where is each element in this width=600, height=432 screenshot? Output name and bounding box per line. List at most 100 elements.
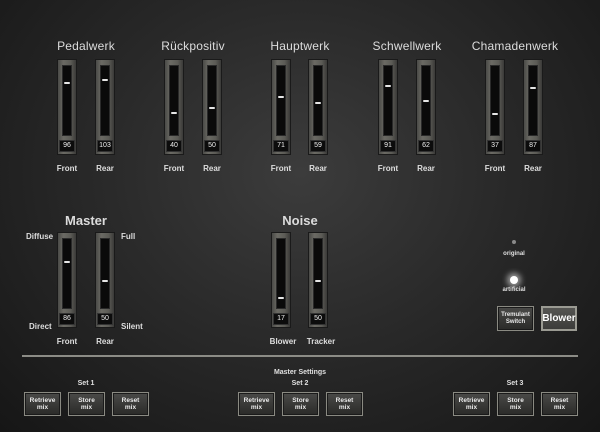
schwellwerk-rear-label: Rear (417, 164, 435, 173)
slider-track (421, 65, 431, 136)
master-front-slider[interactable]: 86 (57, 232, 77, 328)
chamadenwerk-front-label: Front (484, 164, 506, 173)
schwellwerk-front-label: Front (377, 164, 399, 173)
master-title: Master (65, 213, 107, 228)
noise-title: Noise (282, 213, 318, 228)
ruckpositiv-rear-label: Rear (203, 164, 221, 173)
tremulant-original-radio[interactable] (512, 240, 516, 244)
hauptwerk-rear-slider[interactable]: 59 (308, 59, 328, 155)
master-front-label: Front (56, 337, 78, 346)
chamadenwerk-rear-label: Rear (524, 164, 542, 173)
chamadenwerk-rear-slider[interactable]: 87 (523, 59, 543, 155)
slider-thumb[interactable] (64, 261, 70, 263)
set-3-store-button[interactable]: Store mix (497, 392, 534, 416)
division-title-pedalwerk: Pedalwerk (57, 39, 115, 53)
slider-value: 96 (59, 140, 75, 152)
master-silent-label: Silent (121, 322, 143, 331)
noise-tracker-label: Tracker (306, 337, 336, 346)
master-settings-title: Master Settings (273, 369, 327, 376)
slider-track (169, 65, 179, 136)
tremulant-original-label: original (503, 251, 525, 257)
set-1-store-button[interactable]: Store mix (68, 392, 105, 416)
slider-thumb[interactable] (64, 82, 70, 84)
ruckpositiv-front-label: Front (163, 164, 185, 173)
slider-value: 50 (97, 313, 113, 325)
set-2-retrieve-button[interactable]: Retrieve mix (238, 392, 275, 416)
slider-thumb[interactable] (171, 112, 177, 114)
slider-thumb[interactable] (278, 96, 284, 98)
slider-thumb[interactable] (209, 107, 215, 109)
slider-value: 59 (310, 140, 326, 152)
slider-value: 91 (380, 140, 396, 152)
ruckpositiv-front-slider[interactable]: 40 (164, 59, 184, 155)
division-title-chamadenwerk: Chamadenwerk (471, 39, 559, 53)
slider-value: 87 (525, 140, 541, 152)
hauptwerk-front-label: Front (270, 164, 292, 173)
slider-thumb[interactable] (102, 79, 108, 81)
pedalwerk-rear-slider[interactable]: 103 (95, 59, 115, 155)
pedalwerk-rear-label: Rear (96, 164, 114, 173)
pedalwerk-front-label: Front (56, 164, 78, 173)
slider-value: 50 (310, 313, 326, 325)
set-3-retrieve-button[interactable]: Retrieve mix (453, 392, 490, 416)
slider-track (100, 65, 110, 136)
slider-track (276, 238, 286, 309)
slider-thumb[interactable] (278, 297, 284, 299)
slider-thumb[interactable] (102, 280, 108, 282)
slider-thumb[interactable] (492, 113, 498, 115)
division-title-hauptwerk: Hauptwerk (270, 39, 330, 53)
slider-track (207, 65, 217, 136)
slider-track (383, 65, 393, 136)
slider-value: 86 (59, 313, 75, 325)
set-2-reset-button[interactable]: Reset mix (326, 392, 363, 416)
slider-value: 71 (273, 140, 289, 152)
schwellwerk-front-slider[interactable]: 91 (378, 59, 398, 155)
ruckpositiv-rear-slider[interactable]: 50 (202, 59, 222, 155)
slider-thumb[interactable] (385, 85, 391, 87)
set-3-label: Set 3 (506, 380, 524, 387)
slider-value: 103 (97, 140, 113, 152)
slider-track (313, 238, 323, 309)
set-1-retrieve-button[interactable]: Retrieve mix (24, 392, 61, 416)
slider-track (313, 65, 323, 136)
set-1-label: Set 1 (77, 380, 95, 387)
division-title-schwellwerk: Schwellwerk (372, 39, 442, 53)
slider-thumb[interactable] (315, 102, 321, 104)
tremulant-switch-button[interactable]: Tremulant Switch (497, 306, 534, 331)
schwellwerk-rear-slider[interactable]: 62 (416, 59, 436, 155)
blower-button[interactable]: Blower (541, 306, 577, 331)
master-direct-label: Direct (29, 322, 52, 331)
slider-value: 62 (418, 140, 434, 152)
slider-thumb[interactable] (423, 100, 429, 102)
noise-blower-label: Blower (269, 337, 297, 346)
hauptwerk-front-slider[interactable]: 71 (271, 59, 291, 155)
slider-value: 37 (487, 140, 503, 152)
set-1-reset-button[interactable]: Reset mix (112, 392, 149, 416)
hauptwerk-rear-label: Rear (309, 164, 327, 173)
tremulant-artificial-label: artificial (502, 287, 526, 293)
set-2-store-button[interactable]: Store mix (282, 392, 319, 416)
pedalwerk-front-slider[interactable]: 96 (57, 59, 77, 155)
slider-track (62, 238, 72, 309)
noise-blower-slider[interactable]: 17 (271, 232, 291, 328)
slider-thumb[interactable] (530, 87, 536, 89)
set-3-reset-button[interactable]: Reset mix (541, 392, 578, 416)
slider-value: 50 (204, 140, 220, 152)
master-rear-slider[interactable]: 50 (95, 232, 115, 328)
master-full-label: Full (121, 232, 136, 241)
slider-track (276, 65, 286, 136)
master-settings-divider (22, 355, 578, 357)
slider-value: 17 (273, 313, 289, 325)
noise-tracker-slider[interactable]: 50 (308, 232, 328, 328)
set-2-label: Set 2 (291, 380, 309, 387)
master-diffuse-label: Diffuse (26, 232, 54, 241)
division-title-ruckpositiv: Rückpositiv (161, 39, 225, 53)
tremulant-artificial-radio[interactable] (510, 276, 518, 284)
slider-track (528, 65, 538, 136)
master-rear-label: Rear (96, 337, 114, 346)
slider-value: 40 (166, 140, 182, 152)
slider-thumb[interactable] (315, 280, 321, 282)
chamadenwerk-front-slider[interactable]: 37 (485, 59, 505, 155)
slider-track (490, 65, 500, 136)
slider-track (100, 238, 110, 309)
